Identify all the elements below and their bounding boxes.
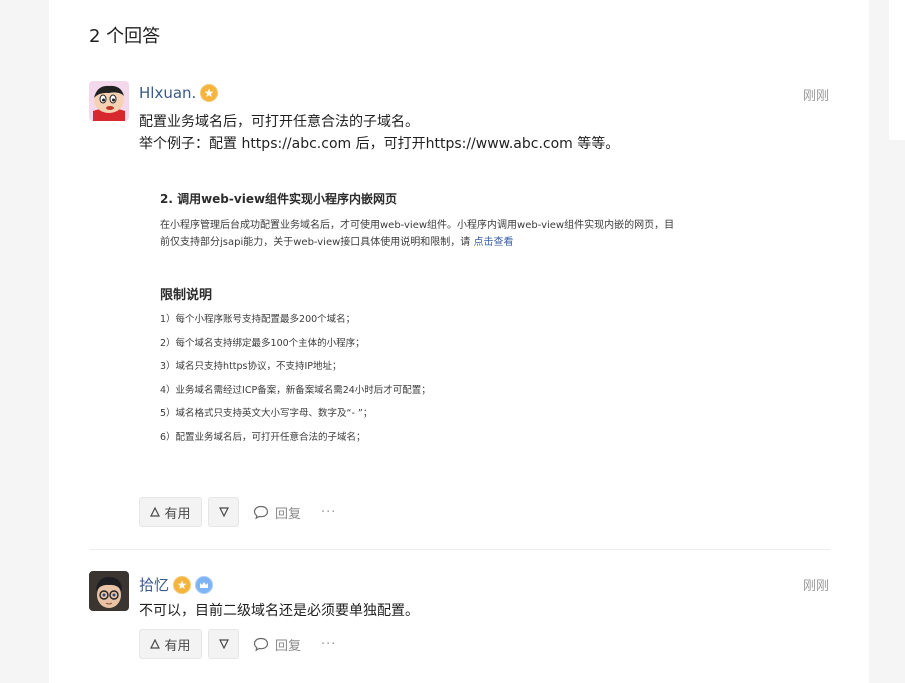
doc-limit-item: 4）业务域名需经过ICP备案，新备案域名需24小时后才可配置； <box>160 384 431 396</box>
useful-button[interactable]: 有用 <box>139 629 202 659</box>
more-options-button[interactable]: ··· <box>321 637 336 652</box>
answer-text-line: 配置业务域名后，可打开任意合法的子域名。 <box>139 114 419 130</box>
blue-crown-badge-icon <box>195 575 214 594</box>
doc-limit-item: 2）每个域名支持绑定最多100个主体的小程序； <box>160 337 365 349</box>
useful-label: 有用 <box>164 638 191 654</box>
gold-medal-badge-icon <box>173 575 192 594</box>
author-name[interactable]: Hlxuan. <box>139 84 196 102</box>
doc-limits-list: 1）每个小程序账号支持配置最多200个域名； 2）每个域名支持绑定最多100个主… <box>160 308 760 449</box>
useful-label: 有用 <box>164 506 191 522</box>
answer-actions: 有用 回复 ··· <box>139 497 336 527</box>
reply-label: 回复 <box>275 638 302 654</box>
doc-link[interactable]: 点击查看 <box>473 237 513 248</box>
doc-subheading: 限制说明 <box>160 288 213 303</box>
answer-actions: 有用 回复 ··· <box>139 629 336 659</box>
author-name[interactable]: 拾忆 <box>139 574 169 595</box>
answer-text: 配置业务域名后，可打开任意合法的子域名。 举个例子：配置 https://abc… <box>139 111 619 155</box>
reply-button[interactable]: 回复 <box>253 503 301 522</box>
triangle-down-icon <box>218 639 229 649</box>
not-useful-button[interactable] <box>208 497 239 527</box>
doc-heading: 2. 调用web-view组件实现小程序内嵌网页 <box>160 192 398 206</box>
comment-bubble-icon <box>253 637 269 651</box>
not-useful-button[interactable] <box>208 629 239 659</box>
embedded-doc-image[interactable]: 2. 调用web-view组件实现小程序内嵌网页 在小程序管理后台成功配置业务域… <box>160 190 760 449</box>
author-row: Hlxuan. <box>139 84 219 102</box>
author-row: 拾忆 <box>139 574 214 595</box>
reply-button[interactable]: 回复 <box>253 635 301 654</box>
comment-bubble-icon <box>253 505 269 519</box>
useful-button[interactable]: 有用 <box>139 497 202 527</box>
avatar-cartoon-boy-icon <box>89 81 129 121</box>
answers-card: 2 个回答 Hlxuan. 刚刚 配置业务域名后，可打开任意合法的子域名。 举个… <box>49 0 869 683</box>
answer-time: 刚刚 <box>802 579 829 594</box>
doc-limit-item: 1）每个小程序账号支持配置最多200个域名； <box>160 314 356 325</box>
answer-text: 不可以，目前二级域名还是必须要单独配置。 <box>139 603 419 619</box>
triangle-up-icon <box>150 639 161 649</box>
answer-divider <box>90 549 830 550</box>
answer-text-line: 举个例子：配置 https://abc.com 后，可打开https://www… <box>139 136 620 152</box>
side-panel-edge <box>889 0 905 140</box>
more-options-button[interactable]: ··· <box>321 505 336 520</box>
triangle-down-icon <box>218 507 229 517</box>
avatar-anime-boy-icon <box>89 571 129 611</box>
reply-label: 回复 <box>275 506 302 522</box>
doc-limit-item: 3）域名只支持https协议，不支持IP地址； <box>160 361 342 372</box>
doc-limit-item: 5）域名格式只支持英文大小写字母、数字及“- ”； <box>160 408 373 419</box>
avatar[interactable] <box>89 571 129 611</box>
answer-time: 刚刚 <box>802 89 829 104</box>
avatar[interactable] <box>89 81 129 121</box>
doc-paragraph-line: 前仅支持部分jsapi能力，关于web-view接口具体使用说明和限制，请 <box>160 237 474 248</box>
doc-paragraph: 在小程序管理后台成功配置业务域名后，才可使用web-view组件。小程序内调用w… <box>160 217 730 251</box>
gold-medal-badge-icon <box>200 84 219 102</box>
doc-paragraph-line: 在小程序管理后台成功配置业务域名后，才可使用web-view组件。小程序内调用w… <box>160 220 675 231</box>
doc-limit-item: 6）配置业务域名后，可打开任意合法的子域名； <box>160 431 366 443</box>
triangle-up-icon <box>150 507 161 517</box>
answers-count-title: 2 个回答 <box>89 26 161 47</box>
